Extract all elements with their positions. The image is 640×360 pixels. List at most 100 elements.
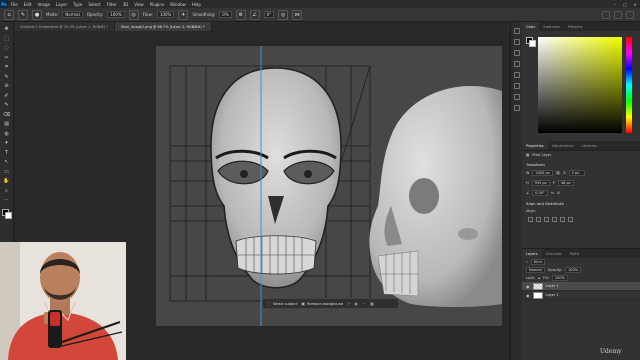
blend-mode-select[interactable]: Normal	[526, 267, 545, 273]
y-field[interactable]: 48 px	[557, 180, 574, 186]
document-canvas[interactable]	[156, 46, 502, 326]
smoothing-field[interactable]: 0%	[219, 11, 232, 18]
align-middle-icon[interactable]	[560, 217, 565, 222]
tab-properties[interactable]: Properties	[522, 141, 548, 150]
rectangle-tool-icon[interactable]: ▭	[3, 169, 11, 176]
smoothing-settings-icon[interactable]: ⚙	[235, 9, 246, 20]
brush-tool-icon[interactable]: ✎	[18, 9, 28, 20]
menu-edit[interactable]: Edit	[21, 2, 35, 7]
angle-icon[interactable]: ∠	[249, 9, 260, 20]
menu-image[interactable]: Image	[34, 2, 53, 7]
align-center-icon[interactable]	[536, 217, 541, 222]
more-tools-icon[interactable]: ⋯	[3, 197, 11, 204]
align-bottom-icon[interactable]	[568, 217, 573, 222]
mode-select[interactable]: Normal	[62, 11, 83, 18]
visibility-eye-icon[interactable]: ◉	[526, 293, 530, 298]
minimize-icon[interactable]: –	[610, 2, 620, 7]
zoom-tool-icon[interactable]: ⌕	[3, 188, 11, 195]
angle-field[interactable]: 0.00°	[532, 190, 549, 196]
x-field[interactable]: 0 px	[568, 170, 585, 176]
fill-field[interactable]: 100%	[551, 275, 568, 281]
pressure-opacity-icon[interactable]: ◎	[128, 9, 139, 20]
brushes-icon[interactable]	[513, 39, 520, 45]
align-left-icon[interactable]	[528, 217, 533, 222]
navigator-icon[interactable]	[513, 83, 520, 89]
pressure-size-icon[interactable]: ◎	[278, 9, 289, 20]
opacity-field[interactable]: 100%	[107, 11, 125, 18]
tab-paths[interactable]: Paths	[566, 249, 584, 258]
eraser-tool-icon[interactable]: ⌫	[3, 112, 11, 119]
brush-tool-icon[interactable]: ✐	[3, 93, 11, 100]
hue-slider[interactable]	[626, 37, 632, 133]
menu-plugins[interactable]: Plugins	[147, 2, 167, 7]
gradient-tool-icon[interactable]: ▨	[3, 121, 11, 128]
tab-untitled-1[interactable]: Untitled-1 Screenshot @ 33.3% (Layer 1, …	[14, 22, 115, 31]
tab-swatches[interactable]: Swatches	[539, 22, 564, 31]
flow-field[interactable]: 100%	[156, 11, 175, 18]
type-tool-icon[interactable]: T	[3, 150, 11, 157]
menu-layer[interactable]: Layer	[53, 2, 70, 7]
menu-help[interactable]: Help	[189, 2, 204, 7]
workspace-icon[interactable]	[614, 10, 622, 19]
menu-3d[interactable]: 3D	[120, 2, 132, 7]
maximize-icon[interactable]: □	[620, 2, 630, 7]
visibility-eye-icon[interactable]: ◉	[526, 284, 530, 289]
more-options-icon[interactable]: ⋯	[362, 301, 366, 306]
path-select-tool-icon[interactable]: ↖	[3, 159, 11, 166]
actions-icon[interactable]	[513, 105, 520, 111]
tab-channels[interactable]: Channels	[542, 249, 566, 258]
menu-window[interactable]: Window	[167, 2, 189, 7]
mask-icon[interactable]: ◐	[355, 301, 359, 306]
hand-tool-icon[interactable]: ✋	[3, 178, 11, 185]
transform-icon[interactable]: ⊹	[347, 301, 350, 306]
tab-libraries[interactable]: Libraries	[578, 141, 601, 150]
move-tool-icon[interactable]: ✥	[3, 26, 11, 33]
menu-select[interactable]: Select	[85, 2, 103, 7]
layer-opacity-field[interactable]: 100%	[565, 267, 582, 273]
select-subject-button[interactable]: ⬚ Select subject	[267, 301, 297, 306]
crop-tool-icon[interactable]: ✂	[3, 55, 11, 62]
character-icon[interactable]	[513, 61, 520, 67]
airbrush-icon[interactable]: ✈	[178, 9, 189, 20]
search-icon[interactable]	[602, 10, 610, 19]
menu-file[interactable]: File	[8, 2, 21, 7]
tab-skull-image2[interactable]: Skull_image2.png @ 66.7% (Layer 2, RGB/8…	[114, 22, 212, 31]
layer-row[interactable]: ◉ Layer 1	[522, 282, 640, 291]
remove-background-button[interactable]: ▣ Remove background	[301, 301, 343, 306]
menu-view[interactable]: View	[131, 2, 147, 7]
blur-tool-icon[interactable]: ◍	[3, 131, 11, 138]
link-icon[interactable]: ⛓	[556, 171, 560, 175]
tab-patterns[interactable]: Patterns	[564, 22, 586, 31]
background-color[interactable]	[4, 211, 12, 219]
healing-tool-icon[interactable]: ⊘	[3, 83, 11, 90]
clone-stamp-tool-icon[interactable]: ✎	[3, 102, 11, 109]
align-right-icon[interactable]	[544, 217, 549, 222]
info-icon[interactable]	[513, 94, 520, 100]
color-picker-field[interactable]	[538, 37, 622, 133]
h-field[interactable]: 992 px	[531, 180, 550, 186]
menu-filter[interactable]: Filter	[104, 2, 120, 7]
layer-row[interactable]: ◉ Layer 1	[522, 291, 640, 300]
brush-preset-icon[interactable]: ●	[32, 9, 42, 20]
w-field[interactable]: 2000 px	[532, 170, 553, 176]
eyedropper-tool-icon[interactable]: ✎	[3, 74, 11, 81]
angle-field[interactable]: 0°	[263, 11, 275, 18]
flip-horizontal-icon[interactable]: ⇋	[551, 191, 554, 195]
background-swatch[interactable]	[529, 40, 536, 47]
pen-tool-icon[interactable]: ✦	[3, 140, 11, 147]
taskbar-settings-icon[interactable]: ▦	[370, 301, 374, 306]
marquee-tool-icon[interactable]: ⬚	[3, 36, 11, 43]
glyphs-icon[interactable]	[513, 72, 520, 78]
flip-vertical-icon[interactable]: ⇵	[557, 191, 560, 195]
share-icon[interactable]	[626, 10, 634, 19]
close-icon[interactable]: ✕	[630, 2, 640, 7]
paragraph-icon[interactable]	[513, 50, 520, 56]
align-top-icon[interactable]	[552, 217, 557, 222]
menu-type[interactable]: Type	[70, 2, 85, 7]
tab-layers[interactable]: Layers	[522, 249, 542, 258]
tab-adjustments[interactable]: Adjustments	[548, 141, 578, 150]
home-icon[interactable]: ⌂	[4, 9, 14, 20]
color-panel-swatches[interactable]	[526, 37, 536, 47]
lock-icon[interactable]: 🔒︎	[538, 276, 540, 280]
symmetry-icon[interactable]: ⋈	[292, 9, 303, 20]
